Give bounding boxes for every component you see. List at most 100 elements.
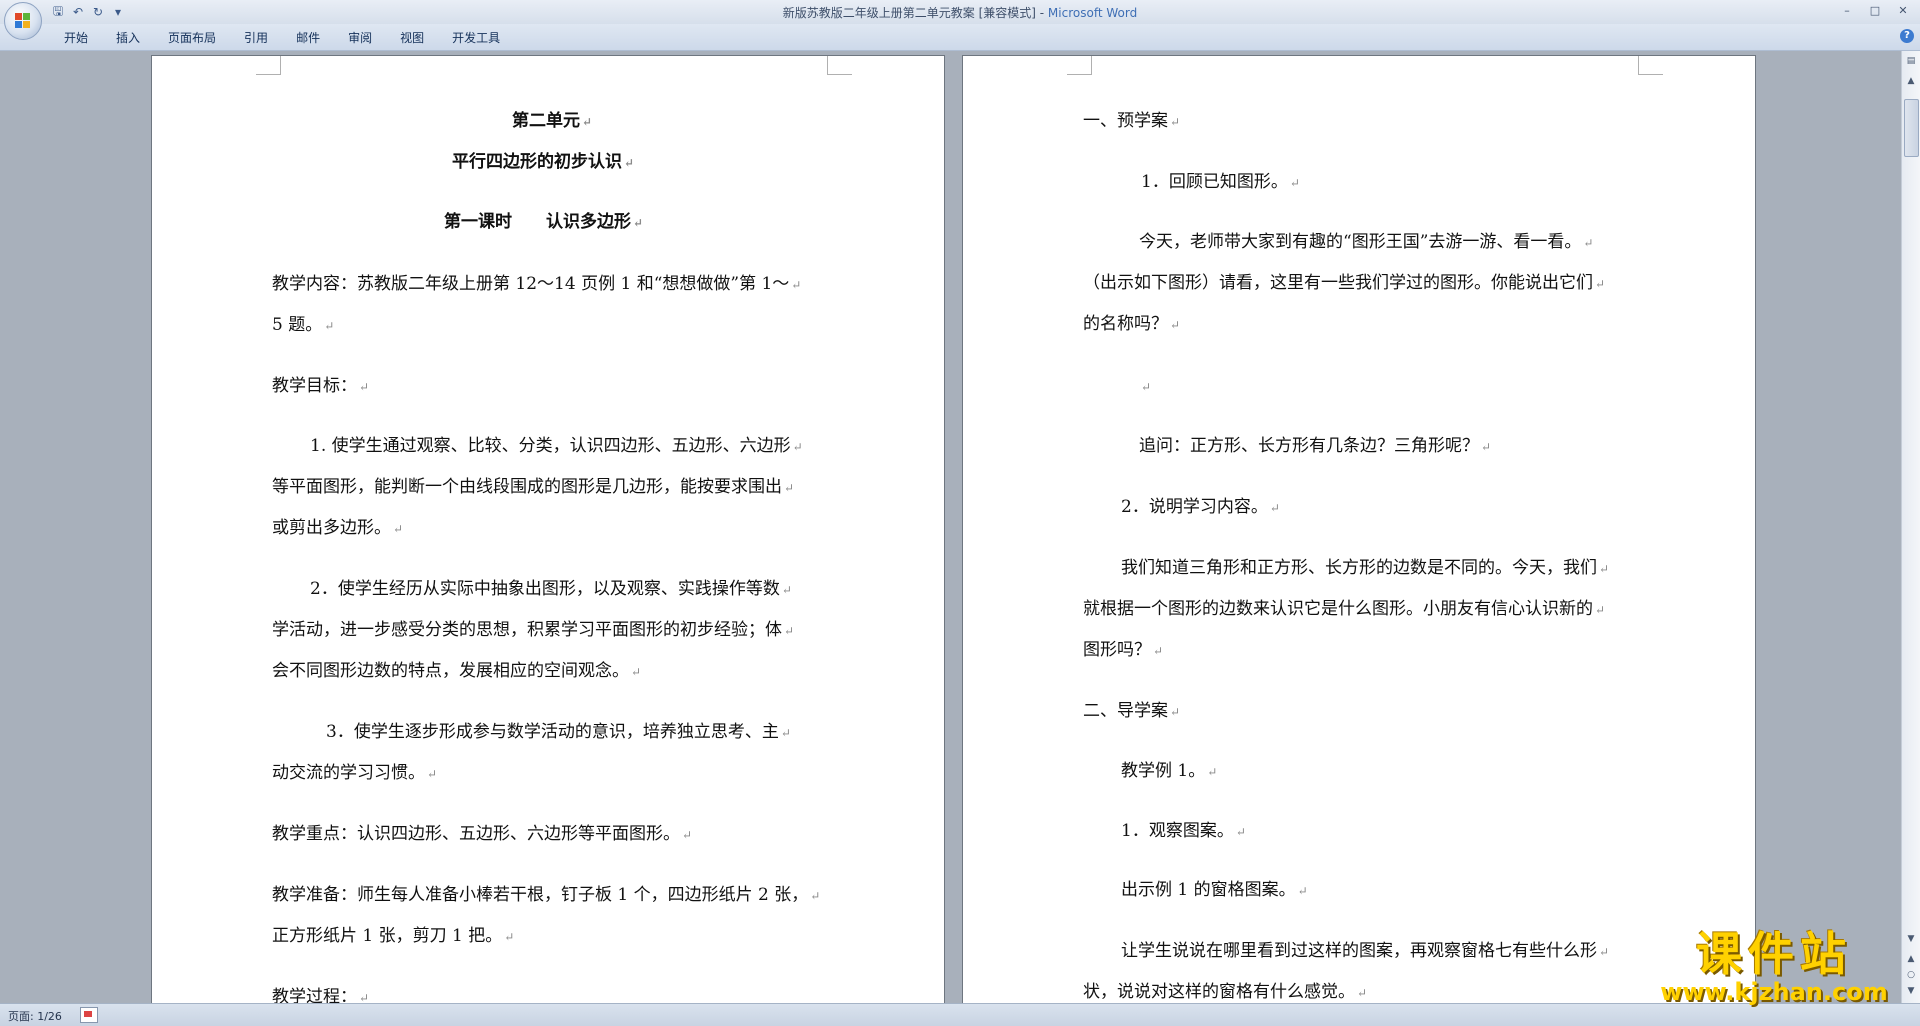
window-title: 新版苏教版二年级上册第二单元教案 [兼容模式] - Microsoft Word: [0, 4, 1920, 21]
paragraph-text: 1．回顾已知图形。: [1141, 172, 1288, 192]
ribbon-tab[interactable]: 视图: [386, 30, 438, 46]
paragraph[interactable]: 追问：正方形、长方形有几条边？三角形呢？ ↵: [1139, 426, 1491, 468]
paragraph[interactable]: 等平面图形，能判断一个由线段围成的图形是几边形，能按要求围出 ↵: [272, 467, 794, 509]
paragraph-text: 1．观察图案。: [1121, 821, 1234, 841]
paragraph[interactable]: 教学准备：师生每人准备小棒若干根，钉子板 1 个，四边形纸片 2 张， ↵: [272, 875, 820, 917]
paragraph[interactable]: 1．观察图案。 ↵: [1121, 811, 1246, 853]
ribbon-tab[interactable]: 插入: [102, 30, 154, 46]
ribbon-tab-bar: 开始 插入 页面布局 引用 邮件 审阅 视图 开发工具 ?: [0, 24, 1920, 51]
document-page-2[interactable]: 一、预学案 ↵ 1．回顾已知图形。 ↵ 今天，老师带大家到有趣的“图形王国”去游一游、看…: [962, 55, 1756, 1003]
ruler-toggle-icon[interactable]: ▤: [1903, 53, 1919, 69]
paragraph-mark-icon: ↵: [631, 665, 642, 679]
page-count[interactable]: 页面: 1/26: [8, 1008, 62, 1024]
paragraph-mark-icon: ↵: [1357, 986, 1368, 1000]
paragraph-text: 出示例 1 的窗格图案。: [1121, 880, 1296, 900]
document-page-1[interactable]: 第二单元 ↵ 平行四边形的初步认识 ↵ 第一课时 认识多边形 ↵ 教学内容：苏教版二年级上册…: [151, 55, 945, 1003]
paragraph[interactable]: 我们知道三角形和正方形、长方形的边数是不同的。今天，我们 ↵: [1121, 548, 1609, 590]
paragraph-text: 正方形纸片 1 张，剪刀 1 把。: [272, 926, 503, 946]
next-page-icon[interactable]: ▼: [1903, 983, 1919, 999]
paragraph-mark-icon: ↵: [1289, 176, 1300, 190]
office-button[interactable]: [4, 2, 42, 40]
document-workspace[interactable]: 第二单元 ↵ 平行四边形的初步认识 ↵ 第一课时 认识多边形 ↵ 教学内容：苏教版二年级上册…: [0, 51, 1902, 1003]
paragraph[interactable]: 状，说说对这样的窗格有什么感觉。 ↵: [1083, 972, 1367, 1003]
office-logo-icon: [15, 13, 31, 29]
paragraph[interactable]: 会不同图形边数的特点，发展相应的空间观念。 ↵: [272, 651, 641, 693]
paragraph[interactable]: 1. 使学生通过观察、比较、分类，认识四边形、五边形、六边形 ↵: [310, 426, 803, 468]
paragraph-text: 学活动，进一步感受分类的思想，积累学习平面图形的初步经验；体: [272, 620, 782, 640]
paragraph[interactable]: ↵: [1139, 366, 1151, 408]
paragraph[interactable]: 1．回顾已知图形。 ↵: [1141, 162, 1300, 204]
paragraph[interactable]: （出示如下图形）请看，这里有一些我们学过的图形。你能说出它们 ↵: [1083, 263, 1605, 305]
paragraph-text: 状，说说对这样的窗格有什么感觉。: [1083, 982, 1355, 1002]
maximize-icon[interactable]: □: [1862, 1, 1888, 19]
paragraph[interactable]: 平行四边形的初步认识 ↵: [452, 142, 634, 184]
help-icon[interactable]: ?: [1900, 29, 1914, 43]
paragraph[interactable]: 第二单元 ↵: [512, 101, 592, 143]
paragraph-text: 3．使学生逐步形成参与数学活动的意识，培养独立思考、主: [326, 722, 779, 742]
ribbon-tab[interactable]: 审阅: [334, 30, 386, 46]
paragraph[interactable]: 教学内容：苏教版二年级上册第 12～14 页例 1 和“想想做做”第 1～ ↵: [272, 264, 801, 306]
paragraph[interactable]: 3．使学生逐步形成参与数学活动的意识，培养独立思考、主 ↵: [326, 712, 791, 754]
paragraph-mark-icon: ↵: [359, 380, 370, 394]
paragraph-text: 的名称吗？: [1083, 314, 1168, 334]
paragraph-text: 一、预学案: [1083, 111, 1168, 131]
proofing-icon[interactable]: [80, 1007, 98, 1023]
paragraph[interactable]: 教学重点：认识四边形、五边形、六边形等平面图形。 ↵: [272, 814, 692, 856]
paragraph[interactable]: 教学例 1。 ↵: [1121, 751, 1217, 793]
paragraph[interactable]: 教学过程： ↵: [272, 977, 369, 1003]
paragraph[interactable]: 学活动，进一步感受分类的思想，积累学习平面图形的初步经验；体 ↵: [272, 610, 794, 652]
paragraph-text: 教学重点：认识四边形、五边形、六边形等平面图形。: [272, 824, 680, 844]
paragraph-mark-icon: ↵: [624, 156, 635, 170]
paragraph[interactable]: 动交流的学习习惯。 ↵: [272, 753, 437, 795]
paragraph-mark-icon: ↵: [780, 726, 791, 740]
paragraph[interactable]: 让学生说说在哪里看到过这样的图案，再观察窗格七有些什么形 ↵: [1121, 931, 1609, 973]
ribbon-tab[interactable]: 邮件: [282, 30, 334, 46]
paragraph-text: 5 题。: [272, 315, 323, 335]
margin-corner-mark: [1638, 56, 1663, 75]
paragraph[interactable]: 2．说明学习内容。 ↵: [1121, 487, 1280, 529]
scroll-up-icon[interactable]: ▲: [1903, 73, 1919, 89]
paragraph[interactable]: 第一课时 认识多边形 ↵: [444, 202, 643, 244]
ribbon-tab[interactable]: 开发工具: [438, 30, 514, 46]
close-icon[interactable]: ✕: [1890, 1, 1916, 19]
paragraph-mark-icon: ↵: [393, 522, 404, 536]
paragraph-mark-icon: ↵: [1141, 380, 1152, 394]
paragraph-text: 2．使学生经历从实际中抽象出图形，以及观察、实践操作等数: [310, 579, 780, 599]
paragraph[interactable]: 今天，老师带大家到有趣的“图形王国”去游一游、看一看。 ↵: [1139, 222, 1593, 264]
paragraph-mark-icon: ↵: [792, 440, 803, 454]
paragraph-mark-icon: ↵: [1297, 884, 1308, 898]
paragraph[interactable]: 出示例 1 的窗格图案。 ↵: [1121, 870, 1308, 912]
paragraph[interactable]: 或剪出多边形。 ↵: [272, 508, 403, 550]
vertical-scrollbar[interactable]: ▤ ▲ ▼ ▲ ○ ▼: [1901, 51, 1920, 1003]
paragraph-mark-icon: ↵: [1170, 705, 1181, 719]
paragraph[interactable]: 正方形纸片 1 张，剪刀 1 把。 ↵: [272, 916, 514, 958]
paragraph[interactable]: 图形吗？ ↵: [1083, 630, 1163, 672]
paragraph[interactable]: 一、预学案 ↵: [1083, 101, 1180, 143]
paragraph-mark-icon: ↵: [1599, 562, 1610, 576]
paragraph-text: 教学过程：: [272, 987, 357, 1003]
paragraph-text: 2．说明学习内容。: [1121, 497, 1268, 517]
scroll-down-icon[interactable]: ▼: [1903, 931, 1919, 947]
paragraph[interactable]: 2．使学生经历从实际中抽象出图形，以及观察、实践操作等数 ↵: [310, 569, 792, 611]
ribbon-tab[interactable]: 引用: [230, 30, 282, 46]
paragraph[interactable]: 就根据一个图形的边数来认识它是什么图形。小朋友有信心认识新的 ↵: [1083, 589, 1605, 631]
ribbon-tab[interactable]: 开始: [50, 30, 102, 46]
paragraph-mark-icon: ↵: [810, 889, 821, 903]
app-name: Microsoft Word: [1047, 6, 1138, 20]
scrollbar-thumb[interactable]: [1904, 99, 1919, 157]
browse-object-icon[interactable]: ○: [1903, 967, 1919, 983]
paragraph-text: 二、导学案: [1083, 701, 1168, 721]
paragraph-text: 平行四边形的初步认识: [452, 152, 622, 172]
paragraph[interactable]: 5 题。 ↵: [272, 305, 334, 347]
ribbon-tab[interactable]: 页面布局: [154, 30, 230, 46]
paragraph-mark-icon: ↵: [1595, 603, 1606, 617]
paragraph[interactable]: 二、导学案 ↵: [1083, 691, 1180, 733]
paragraph-text: 1. 使学生通过观察、比较、分类，认识四边形、五边形、六边形: [310, 436, 791, 456]
paragraph-mark-icon: ↵: [1170, 115, 1181, 129]
paragraph-mark-icon: ↵: [1269, 501, 1280, 515]
minimize-icon[interactable]: –: [1834, 1, 1860, 19]
previous-page-icon[interactable]: ▲: [1903, 951, 1919, 967]
paragraph[interactable]: 的名称吗？ ↵: [1083, 304, 1180, 346]
paragraph-text: 等平面图形，能判断一个由线段围成的图形是几边形，能按要求围出: [272, 477, 782, 497]
paragraph[interactable]: 教学目标： ↵: [272, 366, 369, 408]
